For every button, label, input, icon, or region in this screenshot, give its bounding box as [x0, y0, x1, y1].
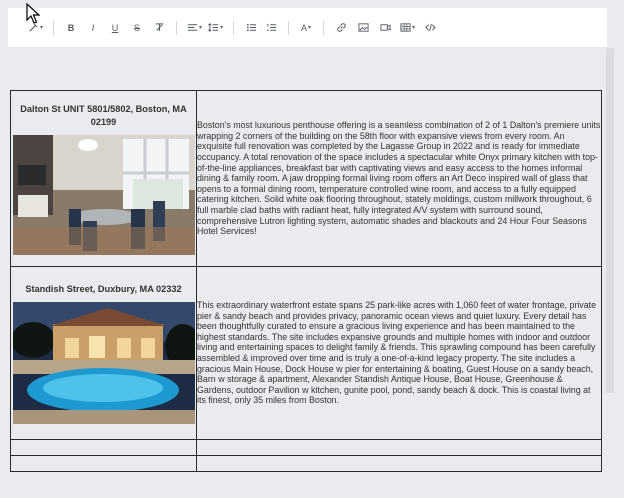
table-row — [10, 439, 602, 456]
listing-address: Standish Street, Duxbury, MA 02332 — [25, 283, 182, 294]
editor-toolbar: ▾ B I U S ▾ ▾ A ▾ ▾ — [8, 8, 607, 48]
align-icon[interactable]: ▾ — [185, 19, 204, 37]
italic-icon[interactable]: I — [84, 19, 102, 37]
penthouse-interior-photo — [12, 134, 195, 255]
listing-cell-right[interactable]: This extraordinary waterfront estate spa… — [196, 266, 602, 440]
mouse-cursor-icon — [26, 3, 40, 24]
toolbar-divider — [323, 20, 325, 35]
text-color-icon[interactable]: A ▾ — [297, 19, 315, 37]
numbered-list-icon[interactable] — [262, 19, 280, 37]
table-row — [10, 455, 602, 472]
toolbar-divider — [176, 20, 178, 35]
listing-cell-right[interactable]: Boston's most luxurious penthouse offeri… — [196, 90, 602, 267]
empty-cell[interactable] — [196, 455, 602, 472]
empty-cell[interactable] — [10, 439, 197, 456]
waterfront-estate-pool-photo — [12, 301, 195, 424]
bullet-list-icon[interactable] — [242, 19, 260, 37]
table-row: Standish Street, Duxbury, MA 02332 This … — [10, 266, 602, 440]
empty-cell[interactable] — [196, 439, 602, 456]
image-icon[interactable] — [354, 19, 372, 37]
toolbar-divider — [53, 20, 55, 35]
bold-icon[interactable]: B — [62, 19, 80, 37]
table-icon[interactable]: ▾ — [398, 19, 417, 37]
code-icon[interactable] — [421, 19, 439, 37]
editor-canvas[interactable]: Dalton St UNIT 5801/5802, Boston, MA 021… — [8, 49, 606, 498]
listing-address: Dalton St UNIT 5801/5802, Boston, MA 021… — [20, 103, 187, 127]
listing-cell-left[interactable]: Dalton St UNIT 5801/5802, Boston, MA 021… — [10, 90, 197, 267]
listing-description: Boston's most luxurious penthouse offeri… — [197, 120, 601, 237]
video-icon[interactable] — [376, 19, 394, 37]
clear-format-icon[interactable] — [150, 19, 168, 37]
listing-cell-left[interactable]: Standish Street, Duxbury, MA 02332 — [10, 266, 197, 440]
table-row: Dalton St UNIT 5801/5802, Boston, MA 021… — [10, 90, 602, 267]
listings-table: Dalton St UNIT 5801/5802, Boston, MA 021… — [10, 90, 602, 472]
strikethrough-icon[interactable]: S — [128, 19, 146, 37]
vertical-scrollbar[interactable] — [606, 48, 614, 393]
toolbar-divider — [233, 20, 235, 35]
underline-icon[interactable]: U — [106, 19, 124, 37]
link-icon[interactable] — [332, 19, 350, 37]
line-height-icon[interactable]: ▾ — [206, 19, 225, 37]
listing-description: This extraordinary waterfront estate spa… — [197, 300, 597, 406]
toolbar-divider — [288, 20, 290, 35]
empty-cell[interactable] — [10, 455, 197, 472]
